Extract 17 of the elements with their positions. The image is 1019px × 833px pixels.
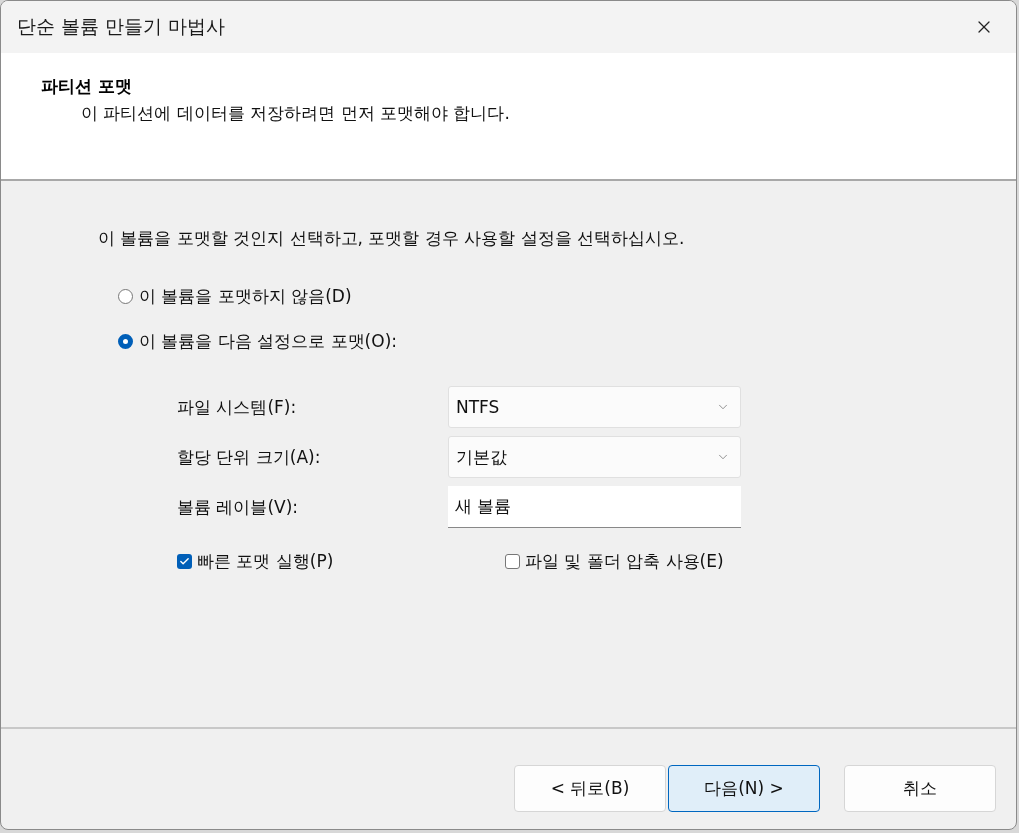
input-field[interactable]: 새 볼륨 [448, 486, 741, 528]
field-label: 파일 시스템(F): [177, 395, 298, 419]
field-label: 볼륨 레이블(V): [177, 495, 300, 519]
page-subtitle: 이 파티션에 데이터를 저장하려면 먼저 포맷해야 합니다. [80, 102, 511, 125]
window-title: 단순 볼륨 만들기 마법사 [17, 14, 226, 39]
radio-option[interactable]: 이 볼륨을 포맷하지 않음(D) [118, 274, 1016, 319]
dropdown[interactable]: NTFS [448, 386, 741, 428]
wizard-button[interactable]: 다음(N) > [668, 765, 820, 812]
wizard-button[interactable]: < 뒤로(B) [514, 765, 666, 812]
radio-option[interactable]: 이 볼륨을 다음 설정으로 포맷(O): [118, 319, 1016, 364]
dropdown[interactable]: 기본값 [448, 436, 741, 478]
instruction-text: 이 볼륨을 포맷할 것인지 선택하고, 포맷할 경우 사용할 설정을 선택하십시오. [98, 227, 686, 250]
checkbox-option[interactable]: 빠른 포맷 실행(P) [177, 550, 505, 573]
checkbox-option[interactable]: 파일 및 폴더 압축 사용(E) [505, 550, 1016, 573]
field-label: 할당 단위 크기(A): [177, 445, 322, 469]
page-title: 파티션 포맷 [41, 75, 133, 98]
wizard-button[interactable]: 취소 [844, 765, 996, 812]
